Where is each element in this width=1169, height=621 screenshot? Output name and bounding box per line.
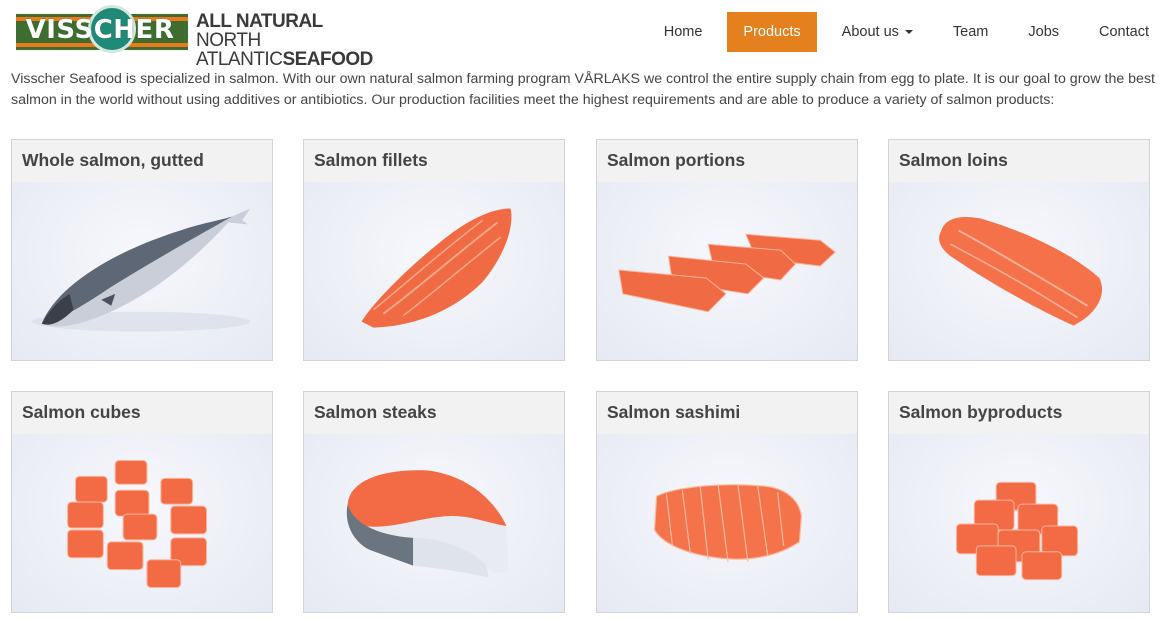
logo-tagline: ALL NATURAL NORTH ATLANTICSEAFOOD (196, 11, 373, 70)
nav-team[interactable]: Team (933, 12, 1008, 52)
product-card-whole-salmon[interactable]: Whole salmon, gutted (11, 139, 273, 361)
product-card-salmon-steaks[interactable]: Salmon steaks (303, 391, 565, 613)
caret-down-icon (904, 30, 913, 34)
product-card-salmon-sashimi[interactable]: Salmon sashimi (596, 391, 858, 613)
nav-jobs[interactable]: Jobs (1008, 12, 1079, 52)
nav-about-us[interactable]: About us (822, 12, 933, 52)
salmon-fillet-image (304, 182, 564, 360)
intro-paragraph: Visscher Seafood is specialized in salmo… (11, 71, 1155, 108)
nav-home[interactable]: Home (644, 12, 723, 52)
salmon-byproducts-image (889, 434, 1149, 612)
product-title: Salmon loins (889, 140, 1149, 182)
salmon-cubes-image (12, 434, 272, 612)
product-title: Salmon portions (597, 140, 857, 182)
whole-salmon-image (12, 182, 272, 360)
product-card-salmon-loins[interactable]: Salmon loins (888, 139, 1150, 361)
nav-products[interactable]: Products (727, 12, 817, 52)
product-title: Salmon steaks (304, 392, 564, 434)
main-nav: Home Products About us Team Jobs Contact (644, 12, 1169, 52)
product-title: Salmon byproducts (889, 392, 1149, 434)
product-card-salmon-cubes[interactable]: Salmon cubes (11, 391, 273, 613)
salmon-steak-image (304, 434, 564, 612)
product-title: Salmon sashimi (597, 392, 857, 434)
site-logo[interactable]: VISSCHER ALL NATURAL NORTH ATLANTICSEAFO… (14, 5, 374, 69)
salmon-sashimi-image (597, 434, 857, 612)
product-card-salmon-fillets[interactable]: Salmon fillets (303, 139, 565, 361)
salmon-portions-image (597, 182, 857, 360)
product-card-salmon-byproducts[interactable]: Salmon byproducts (888, 391, 1150, 613)
product-title: Whole salmon, gutted (12, 140, 272, 182)
logo-brand-text: VISSCHER (25, 15, 175, 45)
product-card-salmon-portions[interactable]: Salmon portions (596, 139, 858, 361)
product-title: Salmon cubes (12, 392, 272, 434)
product-title: Salmon fillets (304, 140, 564, 182)
salmon-loins-image (889, 182, 1149, 360)
nav-contact[interactable]: Contact (1079, 12, 1169, 52)
